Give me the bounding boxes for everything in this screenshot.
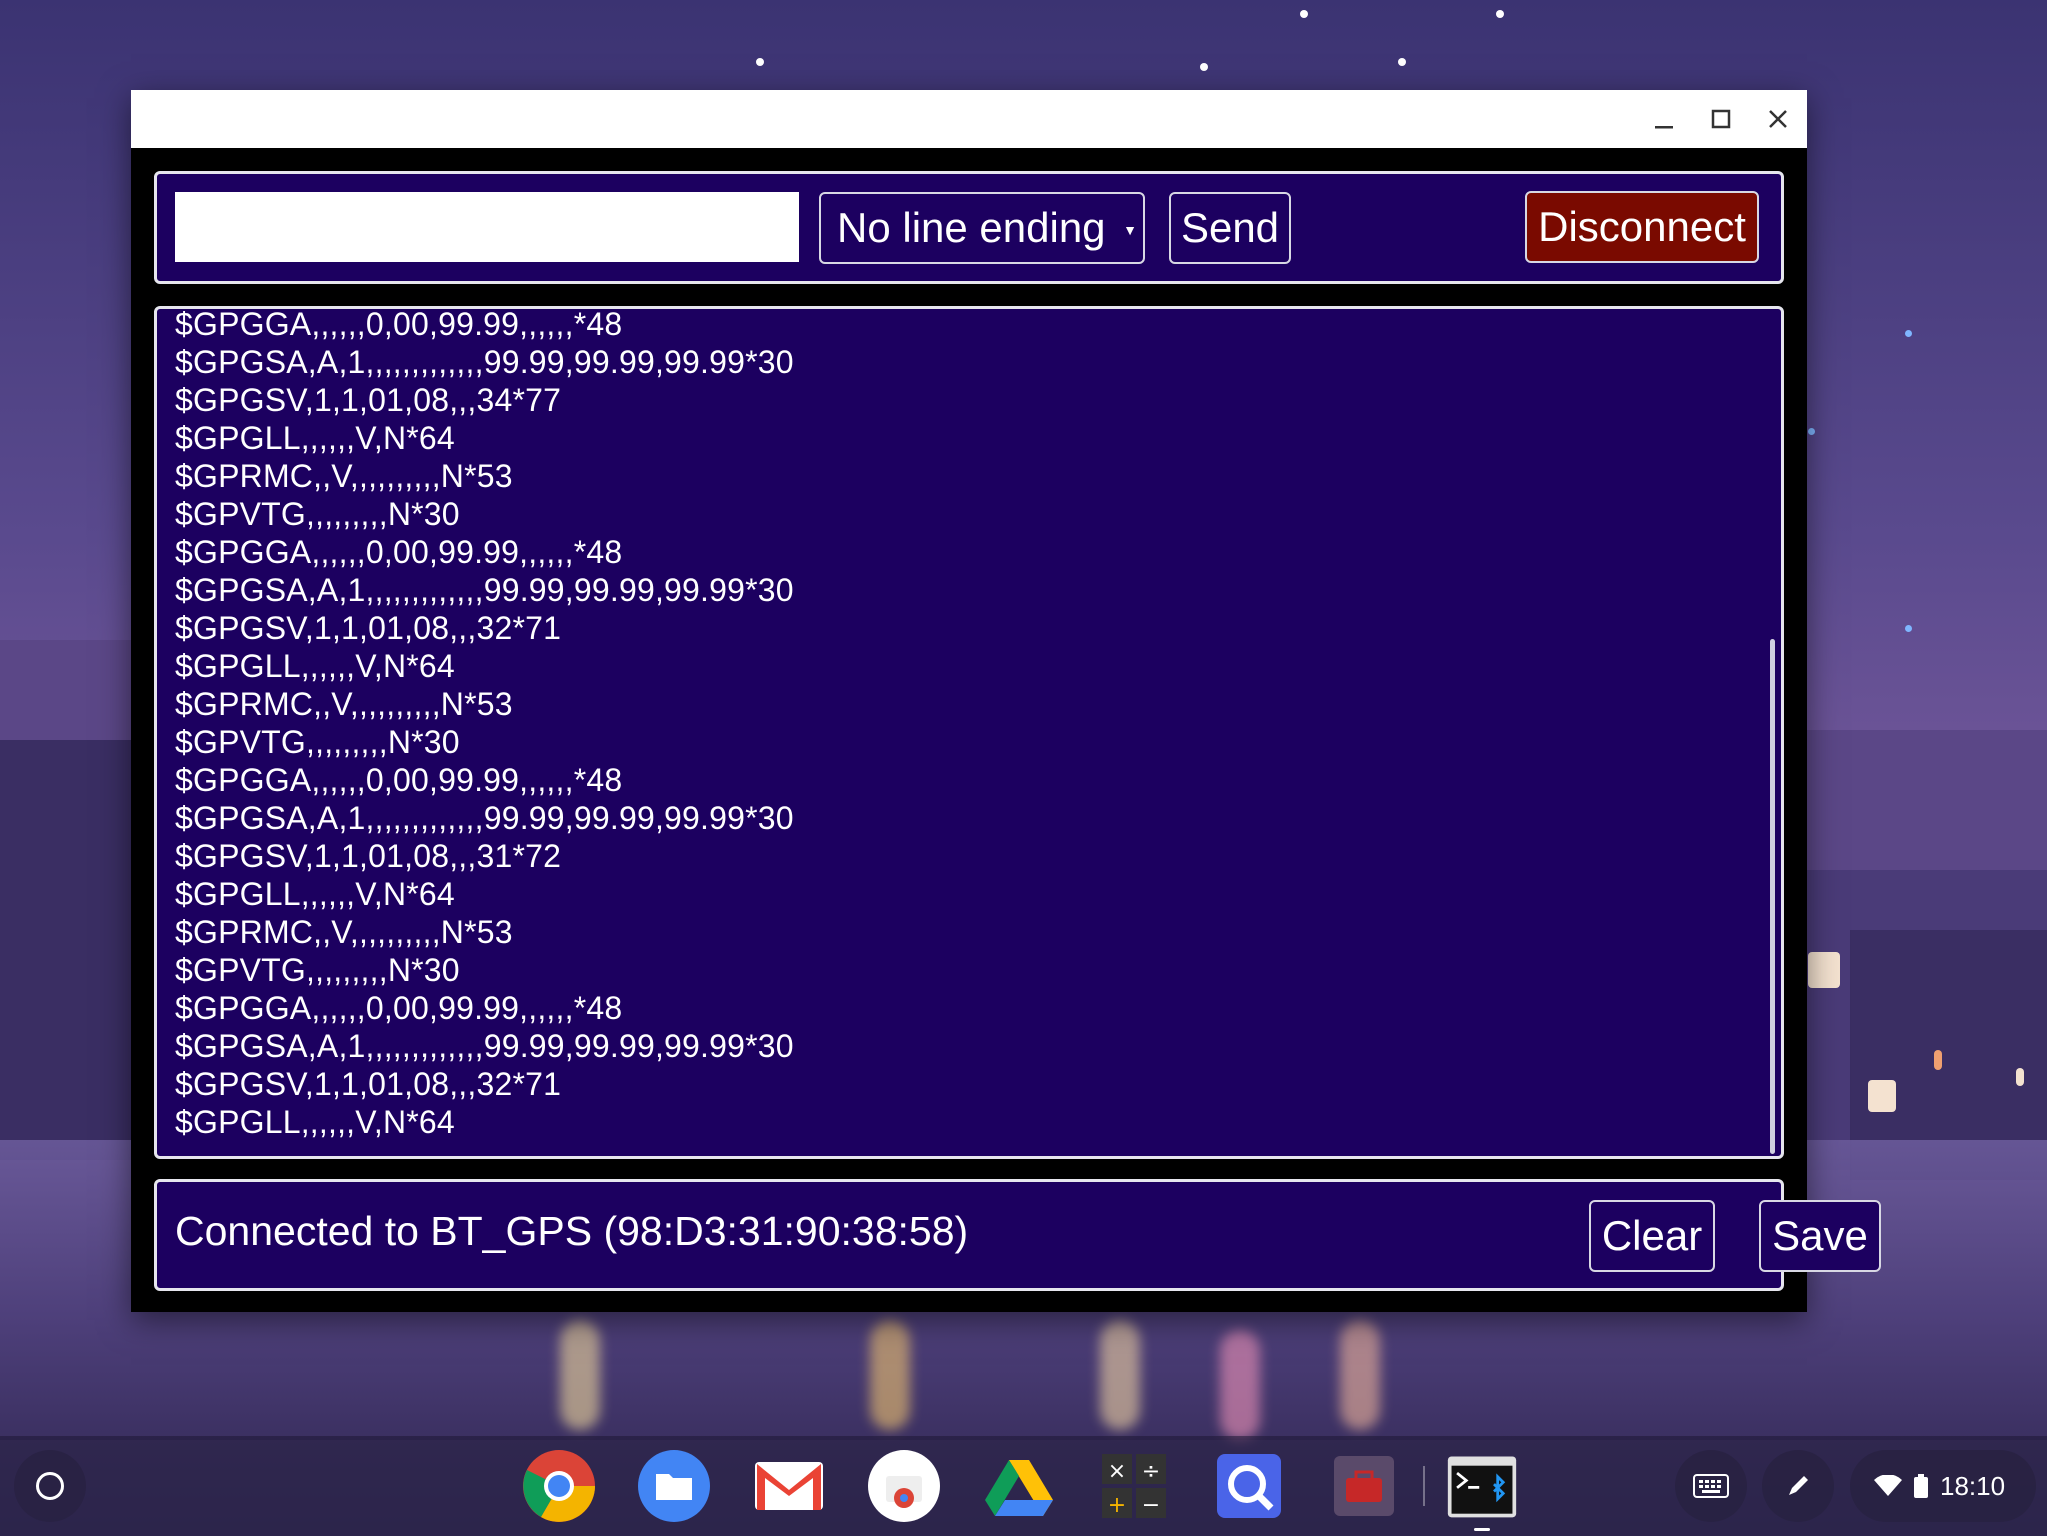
svg-text:÷: ÷ (1142, 1459, 1160, 1484)
log-line: $GPGGA,,,,,,0,00,99.99,,,,,,*48 (175, 762, 623, 798)
star (1808, 428, 1815, 435)
clear-button[interactable]: Clear (1589, 1200, 1715, 1272)
light-reflection (1220, 1330, 1260, 1440)
search-app-icon[interactable] (1213, 1450, 1285, 1522)
drive-icon[interactable] (983, 1450, 1055, 1522)
star (1398, 58, 1406, 66)
clock: 18:10 (1940, 1470, 2006, 1501)
log-line: $GPRMC,,V,,,,,,,,,,N*53 (175, 914, 513, 950)
line-ending-select[interactable]: No line ending ▼ (819, 192, 1145, 264)
wifi-icon (1874, 1475, 1902, 1496)
serial-terminal-icon[interactable] (1443, 1450, 1521, 1522)
minimize-icon[interactable] (1641, 98, 1687, 140)
lit-window (2016, 1068, 2024, 1086)
status-bar: Connected to BT_GPS (98:D3:31:90:38:58) … (154, 1179, 1881, 1291)
log-line: $GPGSA,A,1,,,,,,,,,,,,,99.99,99.99,99.99… (175, 800, 794, 836)
save-button[interactable]: Save (1759, 1200, 1881, 1272)
scrollbar-thumb[interactable] (1770, 639, 1775, 1154)
toolbox-icon[interactable] (1328, 1450, 1400, 1522)
log-line: $GPGGA,,,,,,0,00,99.99,,,,,,*48 (175, 534, 623, 570)
gmail-icon[interactable] (753, 1450, 825, 1522)
svg-text:×: × (1108, 1459, 1126, 1484)
launcher-icon (36, 1472, 64, 1500)
log-line: $GPGGA,,,,,,0,00,99.99,,,,,,*48 (175, 306, 623, 342)
window-titlebar[interactable] (131, 90, 1807, 148)
serial-terminal-window: No line ending ▼ Send Disconnect $GPGGA,… (131, 90, 1881, 1312)
log-line: $GPGLL,,,,,,V,N*64 (175, 420, 455, 456)
log-line: $GPGSV,1,1,01,08,,,34*77 (175, 382, 562, 418)
launcher-button[interactable] (14, 1450, 86, 1522)
shelf-divider (1423, 1466, 1425, 1506)
calculator-icon[interactable]: × ÷ + − (1098, 1450, 1170, 1522)
light-reflection (870, 1320, 910, 1430)
star (1905, 625, 1912, 632)
star (756, 58, 764, 66)
lit-window (1868, 1080, 1896, 1112)
dropdown-arrow-icon: ▼ (1123, 222, 1137, 238)
log-line: $GPGSV,1,1,01,08,,,32*71 (175, 610, 562, 646)
status-tray[interactable]: 18:10 (1850, 1450, 2036, 1522)
web-store-icon[interactable] (868, 1450, 940, 1522)
connection-status: Connected to BT_GPS (98:D3:31:90:38:58) (175, 1208, 969, 1254)
battery-icon (1914, 1474, 1928, 1498)
line-ending-selected: No line ending (837, 204, 1106, 251)
log-scrollbar[interactable] (1770, 309, 1779, 1156)
chrome-icon[interactable] (523, 1450, 595, 1522)
log-line: $GPGSA,A,1,,,,,,,,,,,,,99.99,99.99,99.99… (175, 344, 794, 380)
star (1496, 10, 1504, 18)
send-button[interactable]: Send (1169, 192, 1291, 264)
log-line: $GPGLL,,,,,,V,N*64 (175, 1104, 455, 1140)
send-input[interactable] (175, 192, 799, 262)
close-icon[interactable] (1755, 98, 1801, 140)
log-line: $GPGSV,1,1,01,08,,,32*71 (175, 1066, 562, 1102)
log-line: $GPGLL,,,,,,V,N*64 (175, 648, 455, 684)
lit-window (1808, 952, 1840, 988)
log-lines: $GPGGA,,,,,,0,00,99.99,,,,,,*48 $GPGSA,A,… (175, 306, 794, 1141)
keyboard-icon[interactable] (1675, 1450, 1747, 1522)
svg-text:+: + (1108, 1493, 1126, 1518)
star (1200, 63, 1208, 71)
stylus-icon[interactable] (1762, 1450, 1834, 1522)
log-line: $GPGSA,A,1,,,,,,,,,,,,,99.99,99.99,99.99… (175, 1028, 794, 1064)
light-reflection (1340, 1320, 1380, 1430)
star (1905, 330, 1912, 337)
send-toolbar: No line ending ▼ Send Disconnect (154, 171, 1784, 284)
svg-text:−: − (1142, 1493, 1160, 1518)
log-line: $GPVTG,,,,,,,,,N*30 (175, 496, 460, 532)
log-line: $GPRMC,,V,,,,,,,,,,N*53 (175, 686, 513, 722)
building (0, 740, 131, 1160)
disconnect-button[interactable]: Disconnect (1525, 191, 1759, 263)
active-app-indicator (1474, 1528, 1490, 1531)
log-line: $GPGLL,,,,,,V,N*64 (175, 876, 455, 912)
files-icon[interactable] (638, 1450, 710, 1522)
log-line: $GPVTG,,,,,,,,,N*30 (175, 952, 460, 988)
light-reflection (1100, 1320, 1140, 1430)
lit-window (1934, 1050, 1942, 1070)
log-line: $GPRMC,,V,,,,,,,,,,N*53 (175, 458, 513, 494)
light-reflection (560, 1320, 600, 1430)
log-line: $GPGSA,A,1,,,,,,,,,,,,,99.99,99.99,99.99… (175, 572, 794, 608)
serial-log[interactable]: $GPGGA,,,,,,0,00,99.99,,,,,,*48 $GPGSA,A,… (154, 306, 1784, 1159)
star (1300, 10, 1308, 18)
log-line: $GPGGA,,,,,,0,00,99.99,,,,,,*48 (175, 990, 623, 1026)
log-line: $GPVTG,,,,,,,,,N*30 (175, 724, 460, 760)
shelf: × ÷ + − 18:10 (0, 1436, 2047, 1536)
maximize-icon[interactable] (1698, 98, 1744, 140)
log-line: $GPGSV,1,1,01,08,,,31*72 (175, 838, 562, 874)
